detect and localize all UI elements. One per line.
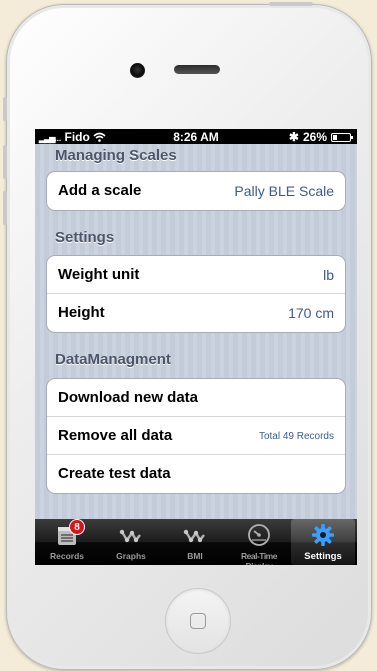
battery-icon	[331, 132, 353, 142]
volume-up-button	[3, 145, 7, 179]
tab-real-time-display[interactable]: Real-Time Display	[227, 519, 291, 565]
tab-bmi[interactable]: BMI	[163, 519, 227, 565]
battery-percent: 26%	[302, 130, 327, 144]
graph-icon	[119, 529, 141, 543]
tab-records[interactable]: 8 Records	[35, 519, 99, 565]
home-button[interactable]	[165, 588, 231, 654]
group-settings: Weight unit lb Height 170 cm	[46, 255, 346, 333]
records-badge: 8	[69, 519, 85, 535]
row-height[interactable]: Height 170 cm	[47, 294, 345, 332]
row-value: Pally BLE Scale	[234, 183, 334, 199]
status-right: ✱ 26%	[288, 130, 353, 144]
tab-label: Graphs	[116, 551, 146, 561]
row-label: Download new data	[58, 389, 199, 406]
tab-graphs[interactable]: Graphs	[99, 519, 163, 565]
row-create-test-data[interactable]: Create test data	[47, 455, 345, 493]
row-weight-unit[interactable]: Weight unit lb	[47, 256, 345, 294]
row-value: Total 49 Records	[258, 431, 334, 442]
power-button	[269, 2, 313, 6]
row-remove-all-data[interactable]: Remove all data Total 49 Records	[47, 417, 345, 455]
row-label: Weight unit	[58, 266, 140, 283]
row-add-scale[interactable]: Add a scale Pally BLE Scale	[47, 172, 345, 210]
gear-icon	[312, 524, 334, 546]
group-data-management: Download new data Remove all data Total …	[46, 378, 346, 494]
row-label: Height	[58, 304, 105, 321]
gauge-icon	[248, 524, 270, 546]
row-label: Create test data	[58, 465, 171, 482]
section-header-data-management: DataManagment	[55, 351, 171, 368]
bluetooth-icon: ✱	[288, 130, 299, 144]
front-camera	[130, 63, 145, 78]
section-header-managing-scales: Managing Scales	[55, 147, 177, 164]
tab-label: BMI	[187, 551, 203, 561]
section-header-settings: Settings	[55, 229, 115, 246]
tab-label: Records	[49, 551, 84, 561]
status-bar: ▂▃▅... Fido 8:26 AM ✱ 26%	[35, 129, 357, 144]
earpiece-speaker	[174, 65, 220, 74]
tab-label: Real-Time Display	[241, 551, 277, 565]
volume-down-button	[3, 191, 7, 225]
graph-icon	[183, 529, 205, 543]
mute-switch	[3, 97, 7, 121]
row-label: Add a scale	[58, 182, 142, 199]
tab-settings[interactable]: Settings	[291, 519, 355, 565]
row-value: lb	[323, 267, 334, 283]
tab-bar: 8 Records Graphs BMI Real-Time Settings	[35, 519, 357, 565]
row-label: Remove all data	[58, 427, 173, 444]
row-download-new-data[interactable]: Download new data	[47, 379, 345, 417]
settings-table[interactable]: Managing Scales Add a scale Pally BLE Sc…	[35, 144, 357, 519]
group-managing-scales: Add a scale Pally BLE Scale	[46, 171, 346, 211]
row-value: 170 cm	[288, 305, 334, 321]
tab-label: Settings	[304, 551, 342, 562]
phone-screen: ▂▃▅... Fido 8:26 AM ✱ 26% Managing Scale…	[35, 129, 357, 565]
